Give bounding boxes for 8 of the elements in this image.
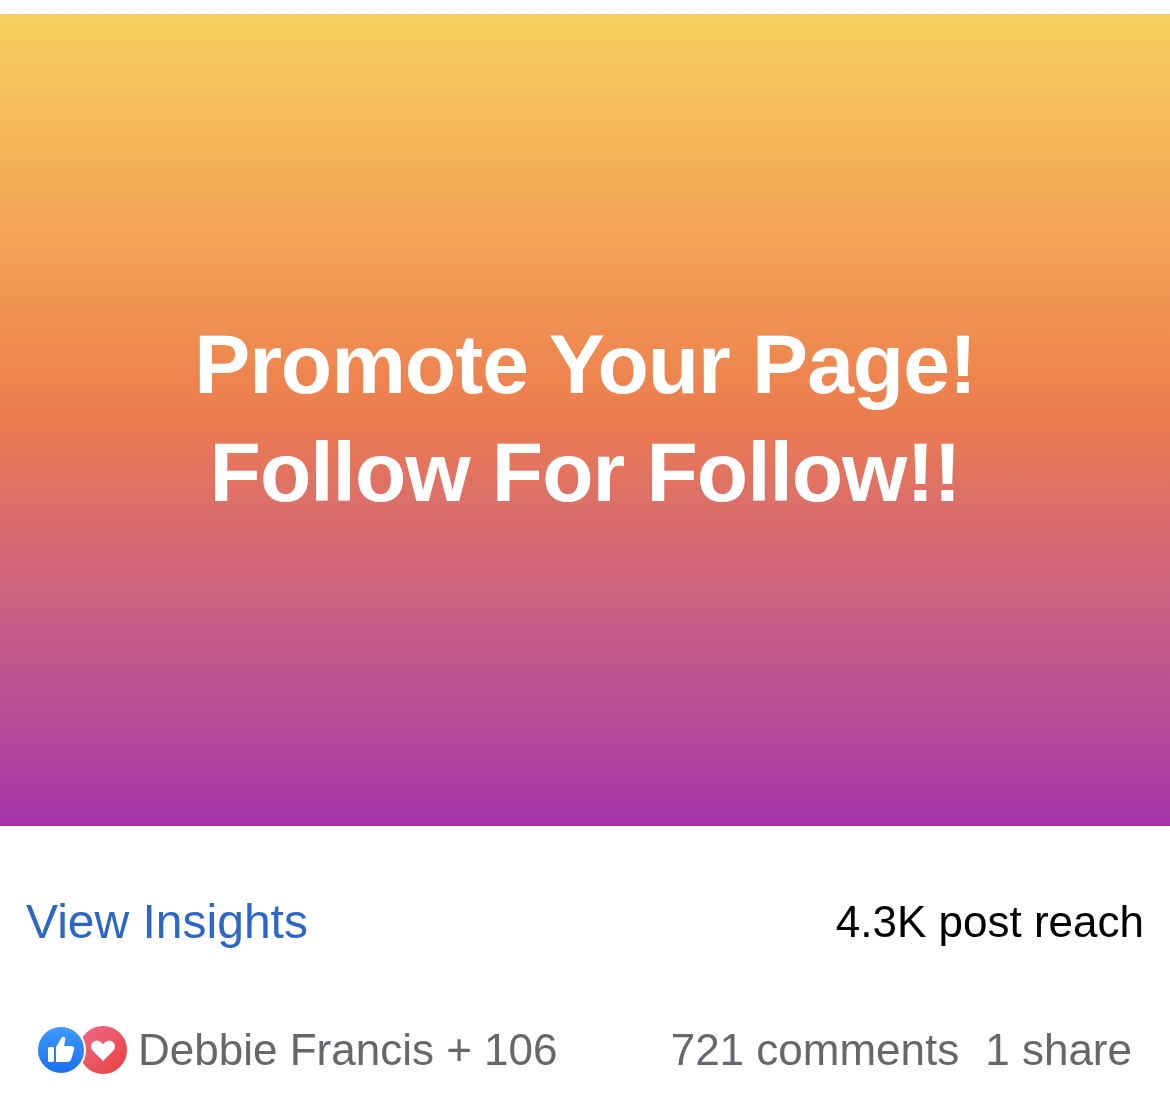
reactors-text[interactable]: Debbie Francis + 106 <box>138 1024 558 1076</box>
like-icon <box>36 1025 86 1075</box>
view-insights-link[interactable]: View Insights <box>26 894 308 950</box>
banner-text: Follow For Follow!! <box>209 424 961 521</box>
comments-count[interactable]: 721 comments <box>670 1024 960 1076</box>
banner-text: Promote Your Page! <box>194 316 976 413</box>
shares-count[interactable]: 1 share <box>985 1024 1132 1076</box>
post-reach: 4.3K post reach <box>835 896 1144 948</box>
